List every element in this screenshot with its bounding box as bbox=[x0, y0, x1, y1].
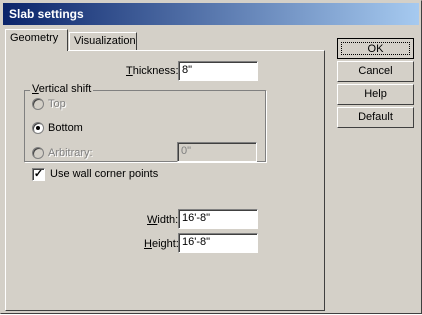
radio-bottom[interactable] bbox=[32, 122, 44, 134]
arbitrary-value: 0" bbox=[181, 145, 192, 157]
width-label: Width: bbox=[147, 214, 179, 226]
radio-bottom-label: Bottom bbox=[48, 122, 83, 134]
slab-settings-dialog: Slab settings Visualization Geometry Thi… bbox=[0, 0, 422, 314]
vertical-shift-title: Vertical shift bbox=[30, 83, 94, 95]
thickness-input[interactable]: 8" bbox=[178, 61, 258, 81]
radio-bottom-dot bbox=[36, 126, 40, 130]
use-wall-corner-checkbox[interactable]: ✓ bbox=[32, 168, 45, 181]
thickness-value: 8" bbox=[182, 64, 193, 76]
width-value: 16'-8" bbox=[182, 212, 211, 224]
arbitrary-input[interactable]: 0" bbox=[177, 142, 257, 162]
radio-top[interactable] bbox=[32, 98, 44, 110]
width-input[interactable]: 16'-8" bbox=[178, 209, 258, 229]
height-value: 16'-8" bbox=[182, 236, 211, 248]
radio-arbitrary-label: Arbitrary: bbox=[48, 147, 93, 159]
radio-top-label: Top bbox=[48, 98, 66, 110]
radio-arbitrary[interactable] bbox=[32, 147, 44, 159]
height-label: Height: bbox=[144, 238, 179, 250]
thickness-label: Thickness: bbox=[126, 65, 179, 77]
use-wall-corner-label: Use wall corner points bbox=[50, 168, 159, 180]
panel-content: Thickness: 8" Vertical shift Top Bottom … bbox=[1, 1, 422, 315]
height-input[interactable]: 16'-8" bbox=[178, 233, 258, 253]
